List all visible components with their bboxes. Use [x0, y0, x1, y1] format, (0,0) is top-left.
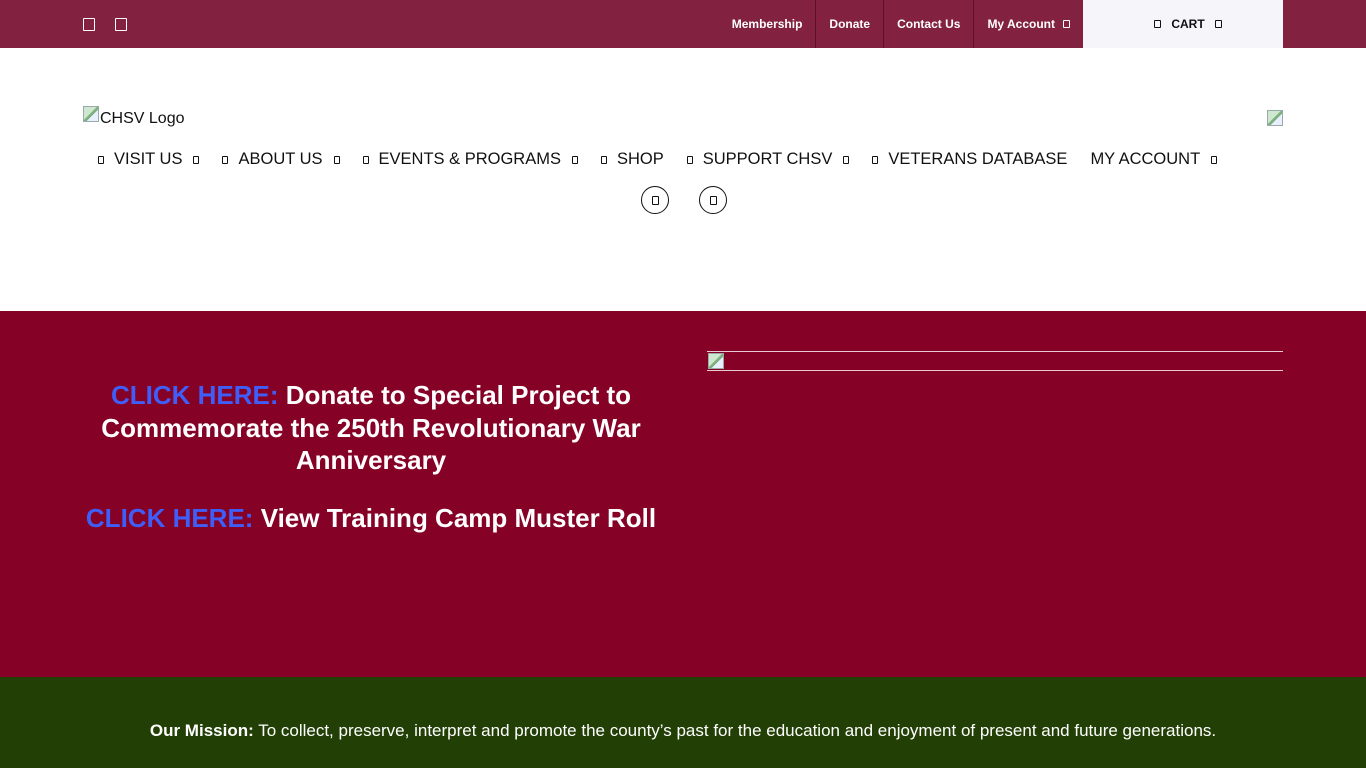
- header-utility-icons: [641, 186, 727, 214]
- nav-item-shop[interactable]: SHOP: [600, 150, 664, 169]
- database-icon: [872, 155, 879, 164]
- muster-roll-link[interactable]: CLICK HERE: View Training Camp Muster Ro…: [86, 503, 656, 533]
- donate-link[interactable]: Donate: [815, 0, 883, 48]
- nav-item-label: ABOUT US: [238, 150, 323, 168]
- broken-image-icon: [83, 106, 99, 122]
- cart-icon: [709, 195, 717, 205]
- mission-statement: Our Mission: To collect, preserve, inter…: [0, 721, 1366, 741]
- logo-alt-text: CHSV Logo: [100, 110, 185, 127]
- chevron-down-icon: [571, 155, 578, 164]
- donate-project-link[interactable]: CLICK HERE: Donate to Special Project to…: [101, 380, 640, 475]
- chevron-down-icon: [843, 155, 850, 164]
- chevron-down-icon: [1211, 155, 1218, 164]
- nav-item-events-programs[interactable]: EVENTS & PROGRAMS: [362, 150, 578, 169]
- chevron-down-icon: [333, 155, 340, 164]
- chevron-down-icon: [1214, 20, 1222, 28]
- info-icon: [222, 155, 229, 164]
- hero-media: [707, 351, 1283, 371]
- nav-item-my-account[interactable]: MY ACCOUNT: [1090, 150, 1218, 169]
- click-here-label: CLICK HERE:: [110, 380, 279, 410]
- membership-link-label: Membership: [731, 17, 803, 31]
- mission-banner: Our Mission: To collect, preserve, inter…: [0, 677, 1366, 768]
- site-header: CHSV Logo VISIT US ABOUT US EVENTS & PRO…: [0, 48, 1366, 311]
- nav-item-about-us[interactable]: ABOUT US: [222, 150, 340, 169]
- site-logo[interactable]: CHSV Logo: [83, 106, 185, 128]
- cart-button[interactable]: CART: [1083, 0, 1283, 48]
- nav-item-label: VISIT US: [114, 150, 183, 168]
- mission-text: To collect, preserve, interpret and prom…: [258, 721, 1217, 740]
- contact-us-link-label: Contact Us: [897, 17, 961, 31]
- my-account-link-label: My Account: [987, 17, 1055, 31]
- nav-item-support-chsv[interactable]: SUPPORT CHSV: [686, 150, 850, 169]
- nav-item-label: SHOP: [616, 150, 664, 168]
- header-right-image: [1267, 110, 1283, 126]
- main-navigation: VISIT US ABOUT US EVENTS & PROGRAMS SHOP…: [98, 150, 1218, 169]
- click-here-label: CLICK HERE:: [85, 503, 254, 533]
- nav-item-label: VETERANS DATABASE: [888, 150, 1068, 168]
- nav-item-visit-us[interactable]: VISIT US: [98, 150, 200, 169]
- muster-roll-cta: CLICK HERE: View Training Camp Muster Ro…: [83, 503, 659, 534]
- donate-project-cta: CLICK HERE: Donate to Special Project to…: [83, 379, 659, 477]
- donate-link-label: Donate: [829, 17, 871, 31]
- nav-item-label: EVENTS & PROGRAMS: [378, 150, 561, 168]
- membership-link[interactable]: Membership: [719, 0, 816, 48]
- contact-us-link[interactable]: Contact Us: [883, 0, 973, 48]
- map-marker-icon: [98, 155, 104, 164]
- nav-item-veterans-database[interactable]: VETERANS DATABASE: [872, 150, 1067, 169]
- cart-icon: [1154, 20, 1162, 28]
- heart-icon: [686, 155, 693, 164]
- cart-label: CART: [1171, 17, 1205, 31]
- my-account-link[interactable]: My Account: [973, 0, 1083, 48]
- header-cart-button[interactable]: [699, 186, 727, 214]
- utility-nav: Membership Donate Contact Us My Account …: [719, 0, 1283, 48]
- social-links: [83, 0, 127, 48]
- chevron-down-icon: [193, 155, 200, 164]
- hero-section: CLICK HERE: Donate to Special Project to…: [0, 311, 1366, 677]
- broken-image-icon: [708, 353, 724, 369]
- chevron-down-icon: [1063, 20, 1070, 28]
- search-icon: [651, 195, 659, 205]
- instagram-icon[interactable]: [115, 17, 127, 31]
- cta-text: View Training Camp Muster Roll: [260, 503, 657, 533]
- calendar-icon: [362, 155, 369, 164]
- top-utility-bar: Membership Donate Contact Us My Account …: [0, 0, 1366, 48]
- mission-label: Our Mission:: [149, 721, 254, 740]
- search-button[interactable]: [641, 186, 669, 214]
- nav-item-label: SUPPORT CHSV: [702, 150, 833, 168]
- shopping-bag-icon: [600, 155, 607, 164]
- nav-item-label: MY ACCOUNT: [1090, 150, 1201, 168]
- facebook-icon[interactable]: [83, 17, 95, 31]
